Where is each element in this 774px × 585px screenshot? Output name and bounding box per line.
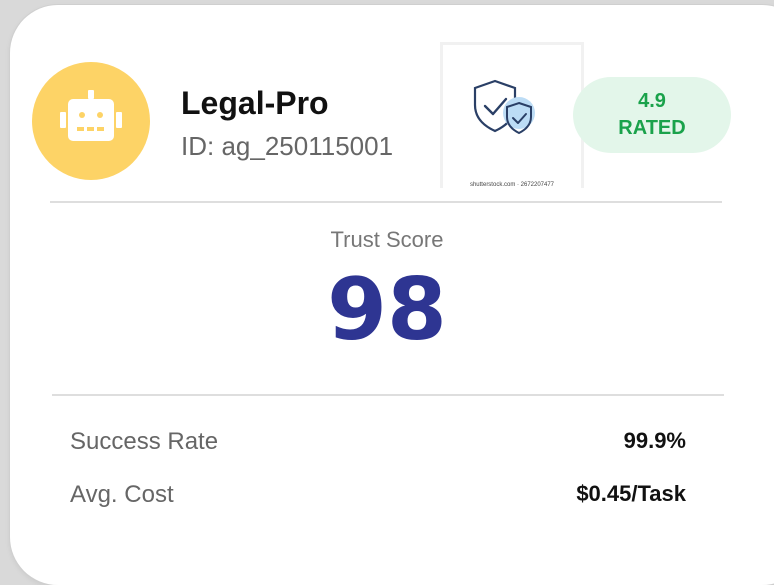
agent-id: ID: ag_250115001 (181, 131, 394, 161)
robot-face-icon (60, 90, 122, 141)
success-rate-label: Success Rate (70, 428, 219, 455)
agent-name: Legal-Pro (181, 85, 329, 121)
divider-bottom (52, 394, 724, 396)
rating-badge: 4.9 RATED (573, 77, 731, 153)
trust-score-label: Trust Score (330, 227, 444, 252)
success-rate-value: 99.9% (623, 428, 686, 453)
rating-value: 4.9 (638, 90, 666, 112)
divider-top (50, 201, 722, 203)
avatar (32, 62, 150, 180)
shield-check-icon (473, 79, 535, 135)
agent-card[interactable]: Legal-Pro ID: ag_250115001 shutterstock.… (10, 5, 774, 585)
trust-score-value: 98 (327, 260, 447, 360)
avg-cost-label: Avg. Cost (70, 481, 174, 508)
shield-image: shutterstock.com · 2672207477 (440, 42, 584, 188)
rating-label: RATED (618, 117, 686, 139)
avg-cost-value: $0.45/Task (576, 481, 686, 506)
stock-image-caption: shutterstock.com · 2672207477 (469, 182, 555, 188)
